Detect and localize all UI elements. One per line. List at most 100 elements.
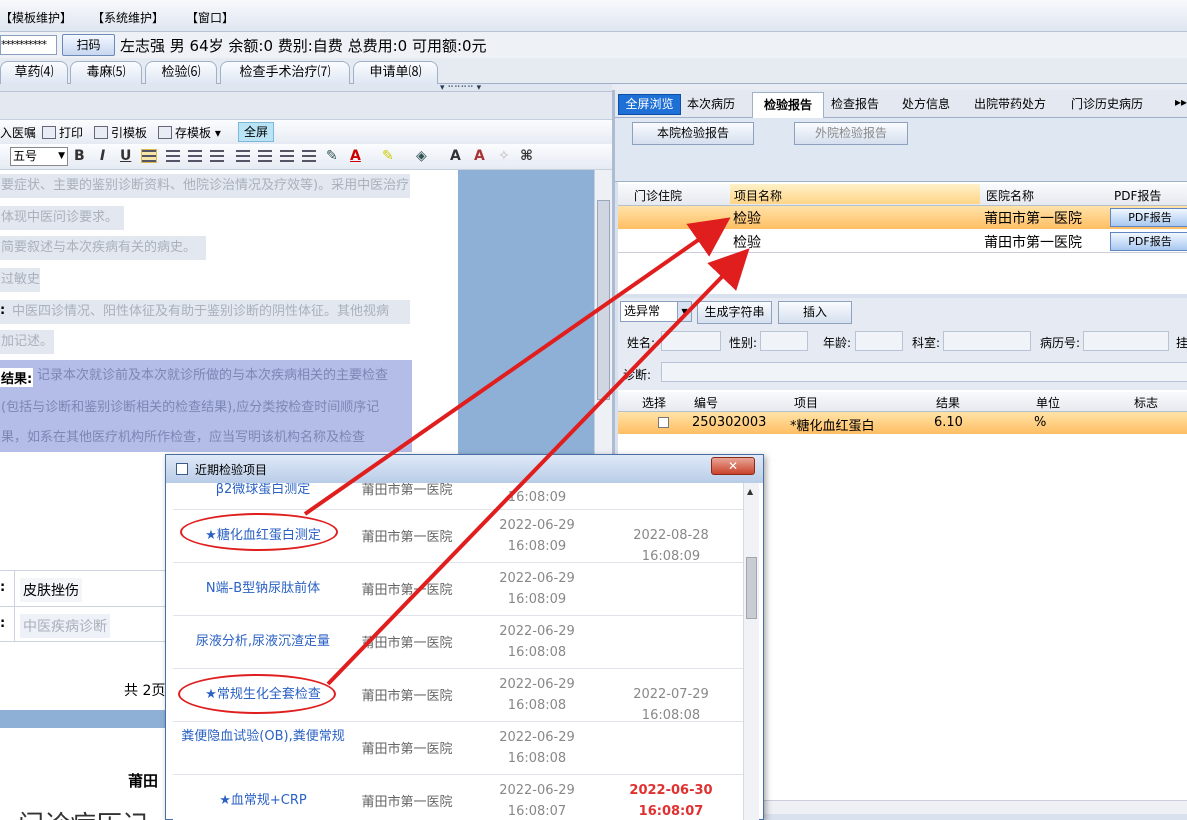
scroll-thumb[interactable]: [746, 557, 757, 619]
lab-time: 16:08:08: [507, 698, 567, 713]
save-template-button[interactable]: 存模板 ▾: [158, 124, 221, 141]
editor-header: [0, 92, 612, 120]
diagnosis-value[interactable]: 皮肤挫伤: [20, 578, 82, 602]
editor-toolbar: 入医嘱 打印 引模板 存模板 ▾ 全屏: [0, 120, 612, 144]
font-size-select[interactable]: 五号 ▼: [10, 147, 68, 166]
grow-font-icon[interactable]: A: [450, 148, 461, 164]
list-item[interactable]: N端-B型钠尿肽前体 莆田市第一医院 2022-06-29 16:08:09: [173, 563, 743, 616]
age-label: 年龄:: [823, 336, 852, 350]
record-no-field[interactable]: [1083, 331, 1169, 351]
col-pdf: PDF报告: [1114, 189, 1162, 203]
tab-lab[interactable]: 检验⑹: [145, 61, 217, 84]
shrink-font-icon[interactable]: A: [474, 148, 485, 164]
numbered-list-icon[interactable]: [236, 150, 250, 162]
insert-order-button[interactable]: 入医嘱: [0, 124, 36, 141]
name-field[interactable]: [661, 331, 721, 351]
table-row[interactable]: 检验 莆田市第一医院 PDF报告: [618, 230, 1187, 253]
lab-date: 2022-06-29: [499, 783, 575, 798]
page-count: 共 2页: [124, 683, 166, 699]
age-field[interactable]: [855, 331, 903, 351]
report-item: 检验: [733, 235, 761, 251]
lab-date: 2022-06-29: [499, 730, 575, 745]
special-symbol-icon[interactable]: ⌘: [520, 148, 533, 164]
menu-window[interactable]: 【窗口】: [186, 9, 234, 26]
scan-button[interactable]: 扫码: [62, 34, 115, 56]
fullscreen-button[interactable]: 全屏: [238, 122, 274, 142]
lab-name[interactable]: N端-B型钠尿肽前体: [179, 578, 347, 599]
table-row[interactable]: 检验 莆田市第一医院 PDF报告: [618, 206, 1187, 229]
lab-name[interactable]: 尿液分析,尿液沉渣定量: [179, 631, 347, 652]
underline-button[interactable]: U: [120, 148, 131, 164]
external-report-button[interactable]: 外院检验报告: [794, 122, 908, 145]
insert-button[interactable]: 插入: [778, 301, 852, 324]
lab-hospital: 莆田市第一医院: [361, 636, 453, 651]
lab-name[interactable]: 粪便隐血试验(OB),粪便常规: [179, 726, 347, 747]
tab-narcotic[interactable]: 毒麻⑸: [70, 61, 142, 84]
tab-lab-report[interactable]: 检验报告: [752, 92, 824, 119]
align-right-icon[interactable]: [188, 150, 202, 162]
dialog-title: 近期检验项目: [195, 463, 268, 477]
list-item[interactable]: 尿液分析,尿液沉渣定量 莆田市第一医院 2022-06-29 16:08:08: [173, 616, 743, 669]
highlight-icon[interactable]: ✎: [382, 148, 394, 164]
dialog-scrollbar[interactable]: ▲: [743, 483, 759, 820]
print-button[interactable]: 打印: [42, 124, 83, 141]
lab-hospital: 莆田市第一医院: [361, 530, 453, 545]
tab-discharge-prescription[interactable]: 出院带药处方: [974, 95, 1046, 112]
menu-system[interactable]: 【系统维护】: [92, 9, 164, 26]
fullscreen-browse-button[interactable]: 全屏浏览: [618, 94, 681, 115]
align-left-icon[interactable]: [141, 149, 157, 163]
bullet-list-icon[interactable]: [258, 150, 272, 162]
list-item[interactable]: β2微球蛋白测定 莆田市第一医院 16:08:09: [173, 483, 743, 510]
load-template-button[interactable]: 引模板: [94, 124, 147, 141]
scroll-up-icon[interactable]: ▲: [747, 487, 753, 496]
align-center-icon[interactable]: [166, 150, 180, 162]
generate-string-button[interactable]: 生成字符串: [697, 301, 772, 324]
menu-bar: 【模板维护】 【系统维护】 【窗口】: [0, 0, 1187, 32]
record-no-label: 病历号:: [1040, 336, 1081, 350]
pdf-report-button[interactable]: PDF报告: [1110, 208, 1187, 227]
tcm-diagnosis-value[interactable]: 中医疾病诊断: [20, 614, 110, 638]
tab-request[interactable]: 申请单⑻: [353, 61, 438, 84]
handle-arrows: ▾ ⠒⠒⠒⠒ ▾: [440, 83, 482, 93]
save-template-icon: [158, 126, 172, 139]
clear-format-icon[interactable]: ✧: [498, 148, 510, 164]
tab-current-record[interactable]: 本次病历: [687, 95, 735, 112]
card-number-field[interactable]: **********: [0, 35, 57, 55]
fill-color-icon[interactable]: ◈: [416, 148, 427, 164]
lab-name[interactable]: β2微球蛋白测定: [179, 483, 347, 500]
more-tabs-icon[interactable]: ▸▸: [1175, 95, 1187, 109]
dept-field[interactable]: [943, 331, 1031, 351]
splitter-handle[interactable]: ▾ ⠒⠒⠒⠒ ▾: [0, 83, 612, 93]
list-item[interactable]: ★血常规+CRP 莆田市第一医院 2022-06-29 16:08:07 2022-06…: [173, 775, 743, 820]
scroll-thumb[interactable]: [597, 200, 610, 400]
next-due-date: 2022-07-29 16:08:08: [633, 687, 709, 723]
close-button[interactable]: ✕: [711, 457, 755, 475]
table-row[interactable]: 250302003 *糖化血红蛋白 6.10 %: [618, 412, 1187, 434]
patient-info: 左志强 男 64岁 余额:0 费别:自费 总费用:0 可用额:0元: [120, 37, 487, 55]
report-item: 检验: [733, 211, 761, 227]
font-color-icon[interactable]: A: [350, 148, 361, 164]
indent-icon[interactable]: [302, 150, 316, 162]
menu-template[interactable]: 【模板维护】: [0, 9, 72, 26]
tab-prescription[interactable]: 处方信息: [902, 95, 950, 112]
format-painter-icon[interactable]: ✎: [326, 148, 338, 164]
doc-line: (包括与诊断和鉴别诊断相关的检查结果),应分类按检查时间顺序记: [1, 400, 380, 415]
bold-button[interactable]: B: [74, 148, 85, 164]
tab-history-record[interactable]: 门诊历史病历: [1071, 95, 1143, 112]
tab-exam-report[interactable]: 检查报告: [831, 95, 879, 112]
italic-button[interactable]: I: [100, 148, 105, 164]
local-report-button[interactable]: 本院检验报告: [632, 122, 754, 145]
lab-name[interactable]: ★血常规+CRP: [179, 790, 347, 811]
pdf-report-button[interactable]: PDF报告: [1110, 232, 1187, 251]
lab-date: 2022-06-29: [499, 677, 575, 692]
diagnosis-label: 诊断:: [623, 368, 652, 382]
justify-icon[interactable]: [210, 150, 224, 162]
abnormal-filter-select[interactable]: 选异常 ▼: [620, 301, 692, 322]
tab-herbal[interactable]: 草药⑷: [0, 61, 68, 84]
gender-field[interactable]: [760, 331, 808, 351]
tab-exam-surgery[interactable]: 检查手术治疗⑺: [220, 61, 350, 84]
diagnosis-field[interactable]: [661, 362, 1187, 382]
outdent-icon[interactable]: [280, 150, 294, 162]
row-checkbox[interactable]: [658, 417, 669, 428]
list-item[interactable]: 粪便隐血试验(OB),粪便常规 莆田市第一医院 2022-06-29 16:08:08: [173, 722, 743, 775]
